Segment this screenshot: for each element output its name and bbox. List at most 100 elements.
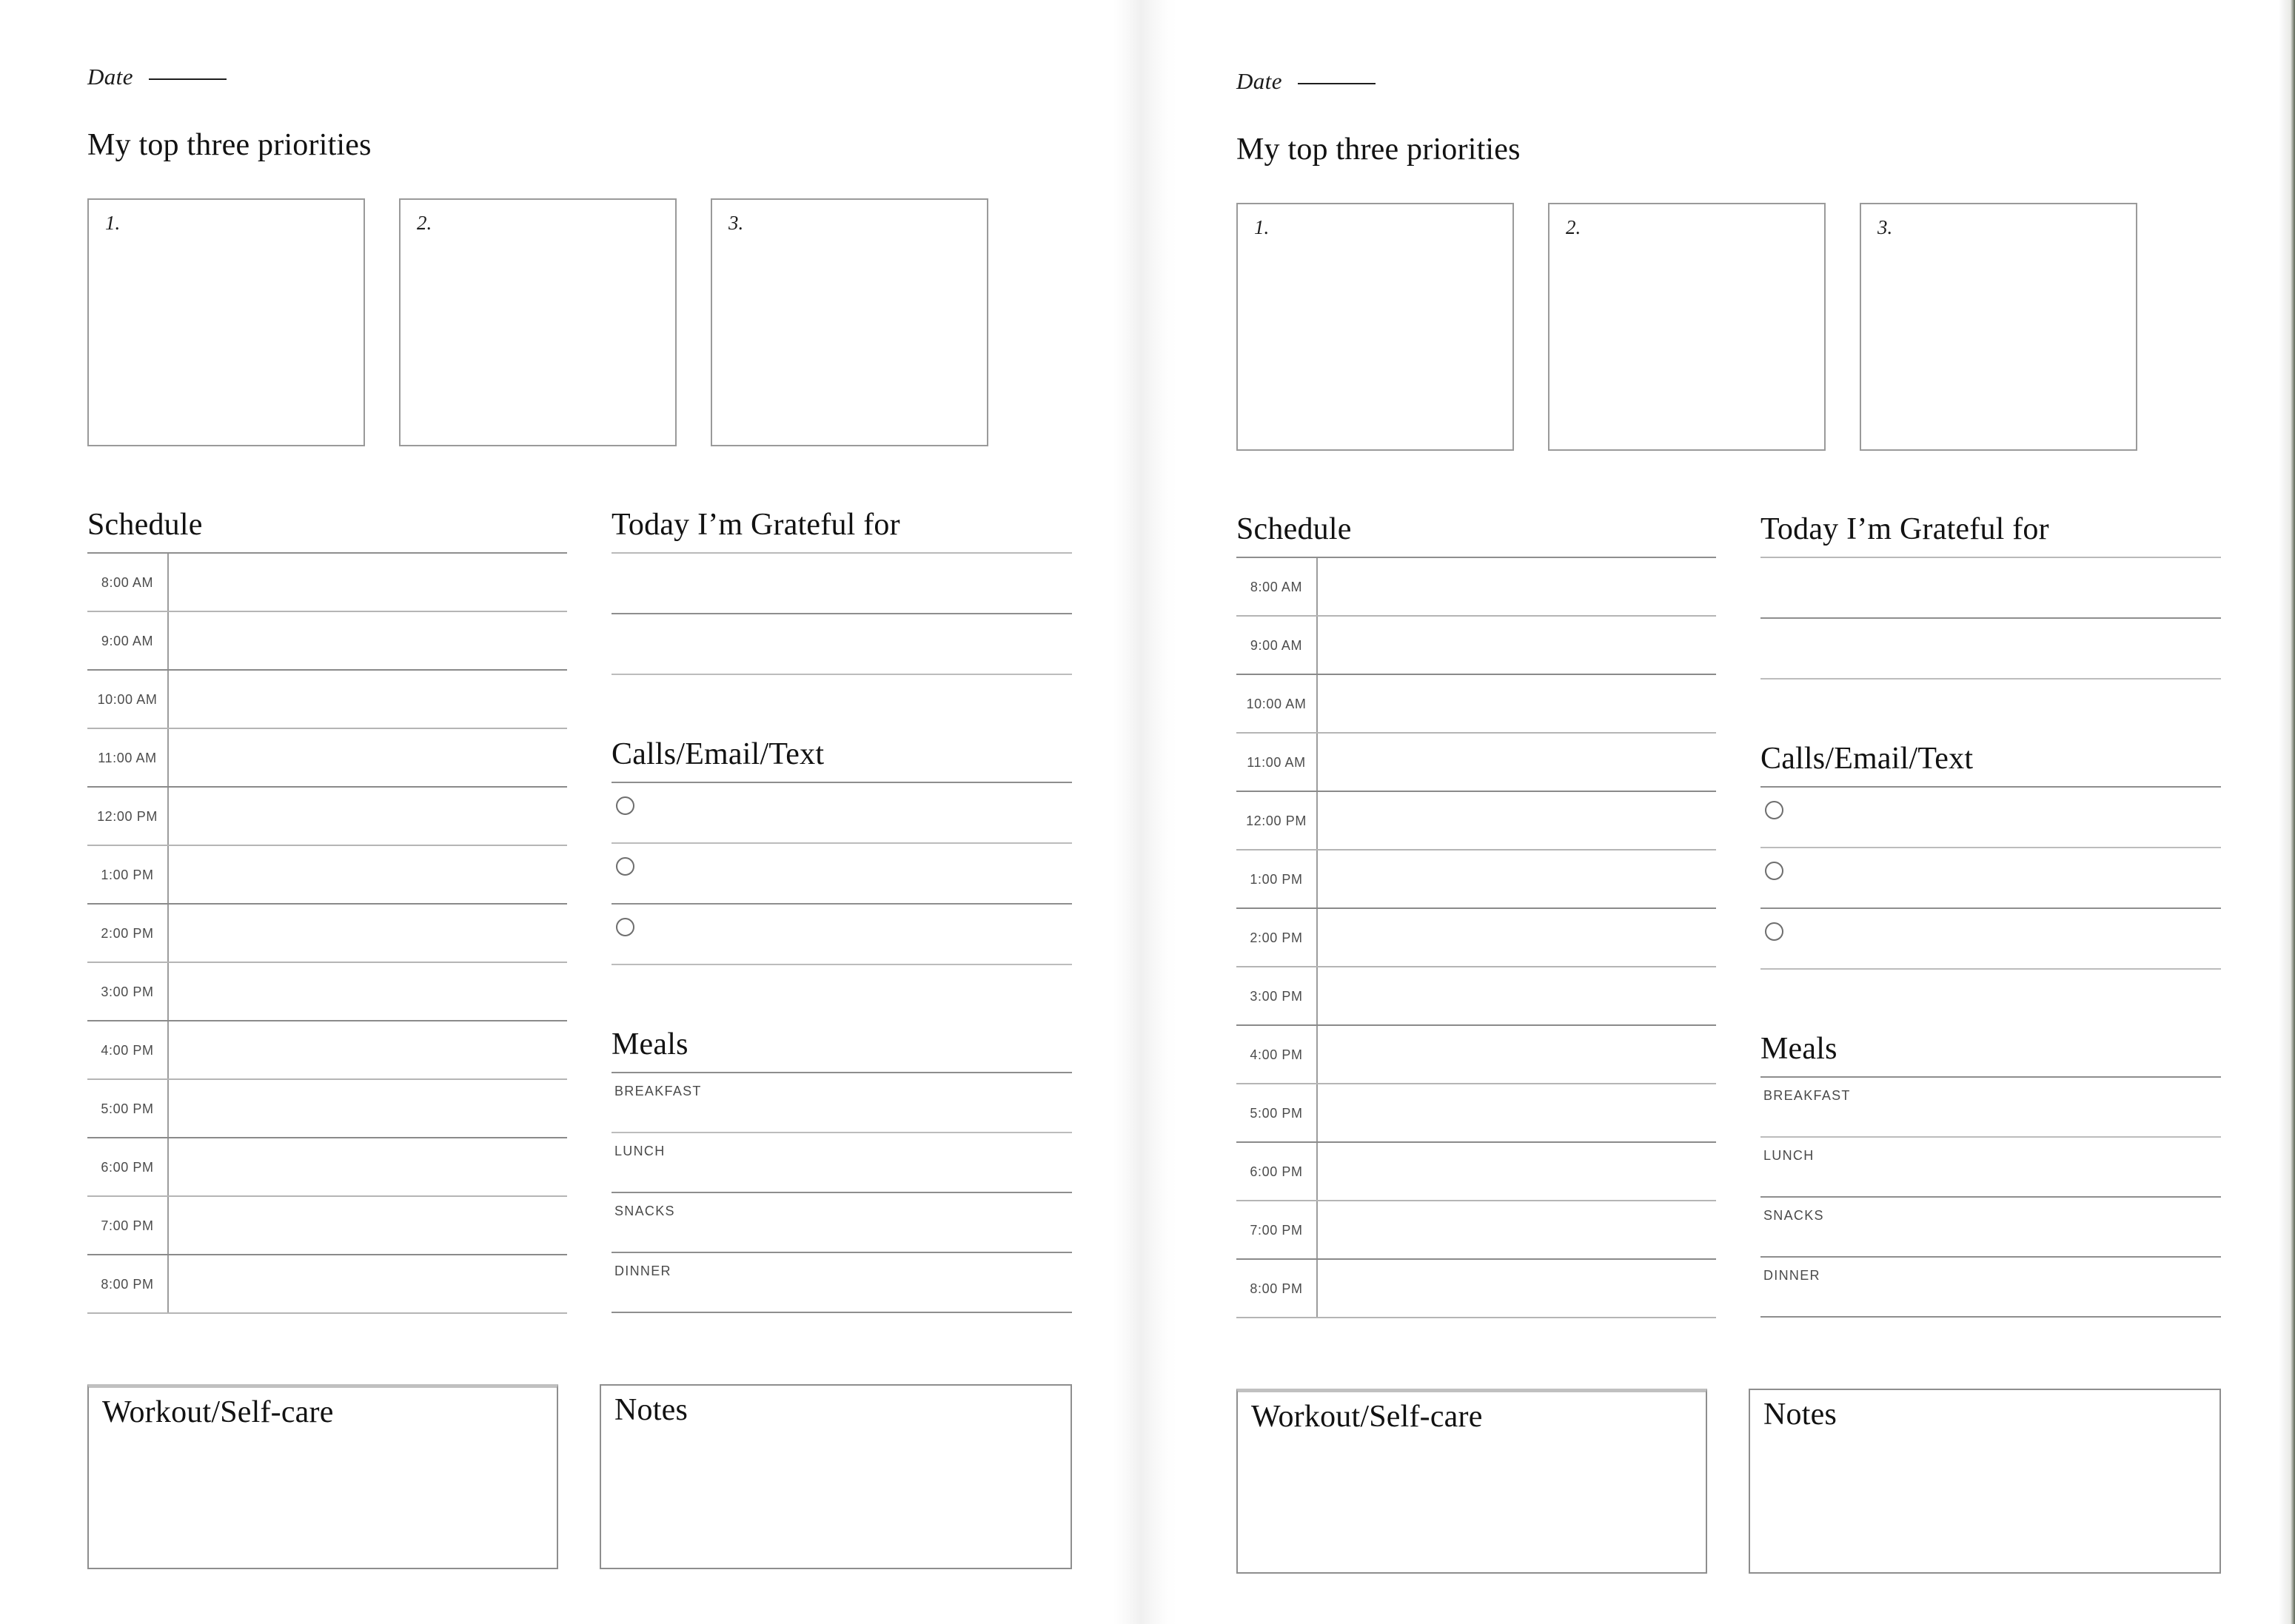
section-title-schedule: Schedule [87, 508, 203, 542]
meal-label-breakfast: BREAKFAST [1763, 1088, 1851, 1103]
date-input-rule[interactable] [148, 78, 227, 80]
gratitude-line[interactable] [1760, 619, 2221, 680]
section-title-gratitude: Today I’m Grateful for [612, 508, 900, 542]
call-item[interactable] [612, 844, 1072, 905]
schedule-row[interactable]: 5:00 PM [87, 1080, 567, 1138]
checkbox-circle-icon[interactable] [1765, 801, 1783, 819]
meal-item[interactable]: DINNER [1760, 1258, 2221, 1318]
schedule-row[interactable]: 7:00 PM [87, 1197, 567, 1255]
checkbox-circle-icon[interactable] [616, 918, 634, 936]
schedule-row[interactable]: 10:00 AM [1236, 675, 1716, 734]
section-title-schedule: Schedule [1236, 512, 1352, 546]
section-title-meals: Meals [612, 1027, 688, 1061]
priority-number-3: 3. [1877, 216, 1893, 238]
priority-box-1[interactable]: 1. [1236, 203, 1514, 451]
schedule-time-label: 3:00 PM [101, 984, 154, 999]
call-item[interactable] [612, 783, 1072, 844]
right-column: Today I’m Grateful for Calls/Email/Text [1760, 493, 2221, 1318]
meal-item[interactable]: SNACKS [612, 1193, 1072, 1253]
section-title-calls: Calls/Email/Text [612, 737, 825, 771]
priority-box-1[interactable]: 1. [87, 198, 365, 446]
schedule-grid: 8:00 AM 9:00 AM 10:00 AM 11:00 AM 12:00 … [87, 554, 567, 1314]
meal-item[interactable]: SNACKS [1760, 1198, 2221, 1258]
gratitude-line[interactable] [612, 614, 1072, 675]
schedule-time-label: 7:00 PM [101, 1218, 154, 1233]
page-title-priorities: My top three priorities [1236, 132, 1521, 167]
schedule-row[interactable]: 8:00 PM [1236, 1260, 1716, 1318]
schedule-row[interactable]: 6:00 PM [1236, 1143, 1716, 1201]
schedule-row[interactable]: 2:00 PM [87, 905, 567, 963]
schedule-row[interactable]: 9:00 AM [1236, 617, 1716, 675]
gratitude-lines [612, 554, 1072, 675]
bottom-box-row: Workout/Self-care Notes [1236, 1389, 2221, 1574]
meal-item[interactable]: LUNCH [1760, 1138, 2221, 1198]
workout-selfcare-box[interactable]: Workout/Self-care [87, 1384, 558, 1569]
schedule-row[interactable]: 4:00 PM [1236, 1026, 1716, 1084]
checkbox-circle-icon[interactable] [616, 796, 634, 815]
schedule-row[interactable]: 8:00 AM [1236, 558, 1716, 617]
schedule-time-label: 2:00 PM [101, 926, 154, 941]
meal-label-dinner: DINNER [1763, 1268, 1820, 1283]
schedule-row[interactable]: 11:00 AM [1236, 734, 1716, 792]
planner-spread: Date My top three priorities 1. 2. 3. Sc… [0, 0, 2295, 1624]
priority-box-3[interactable]: 3. [711, 198, 988, 446]
priorities-box-row: 1. 2. 3. [87, 198, 1072, 446]
call-item[interactable] [1760, 909, 2221, 970]
schedule-row[interactable]: 9:00 AM [87, 612, 567, 671]
priority-box-2[interactable]: 2. [1548, 203, 1826, 451]
schedule-row[interactable]: 10:00 AM [87, 671, 567, 729]
meal-item[interactable]: BREAKFAST [1760, 1078, 2221, 1138]
gratitude-line[interactable] [1760, 558, 2221, 619]
schedule-row[interactable]: 4:00 PM [87, 1021, 567, 1080]
schedule-time-label: 11:00 AM [98, 751, 157, 765]
schedule-column: Schedule 8:00 AM 9:00 AM 10:00 AM 11:00 … [1236, 493, 1716, 1318]
schedule-time-label: 4:00 PM [101, 1043, 154, 1058]
schedule-time-label: 5:00 PM [101, 1101, 154, 1116]
notes-box[interactable]: Notes [600, 1384, 1072, 1569]
schedule-row[interactable]: 5:00 PM [1236, 1084, 1716, 1143]
schedule-row[interactable]: 12:00 PM [1236, 792, 1716, 850]
checkbox-circle-icon[interactable] [1765, 862, 1783, 880]
schedule-time-label: 10:00 AM [97, 692, 158, 707]
gratitude-line[interactable] [612, 554, 1072, 614]
meal-label-snacks: SNACKS [614, 1204, 675, 1218]
section-title-notes: Notes [614, 1393, 688, 1427]
workout-selfcare-box[interactable]: Workout/Self-care [1236, 1389, 1707, 1574]
schedule-row[interactable]: 8:00 PM [87, 1255, 567, 1314]
schedule-row[interactable]: 8:00 AM [87, 554, 567, 612]
calls-header: Calls/Email/Text [612, 718, 1072, 783]
planner-page-left: Date My top three priorities 1. 2. 3. Sc… [0, 0, 1113, 1624]
gratitude-lines [1760, 558, 2221, 680]
schedule-row[interactable]: 2:00 PM [1236, 909, 1716, 967]
schedule-row[interactable]: 3:00 PM [87, 963, 567, 1021]
section-title-workout: Workout/Self-care [102, 1395, 334, 1429]
call-item[interactable] [1760, 788, 2221, 848]
schedule-row[interactable]: 11:00 AM [87, 729, 567, 788]
date-field-row: Date [87, 64, 227, 90]
priority-box-3[interactable]: 3. [1860, 203, 2137, 451]
gratitude-header: Today I’m Grateful for [1760, 493, 2221, 558]
schedule-row[interactable]: 3:00 PM [1236, 967, 1716, 1026]
checkbox-circle-icon[interactable] [616, 857, 634, 876]
gratitude-header-rule [612, 552, 1072, 554]
call-item[interactable] [612, 905, 1072, 965]
date-input-rule[interactable] [1297, 83, 1376, 84]
schedule-time-label: 8:00 AM [101, 575, 154, 590]
meals-header: Meals [612, 1008, 1072, 1073]
schedule-row[interactable]: 7:00 PM [1236, 1201, 1716, 1260]
schedule-row[interactable]: 12:00 PM [87, 788, 567, 846]
call-item[interactable] [1760, 848, 2221, 909]
schedule-row[interactable]: 1:00 PM [1236, 850, 1716, 909]
book-edge-right [2279, 0, 2295, 1624]
checkbox-circle-icon[interactable] [1765, 922, 1783, 941]
notes-box[interactable]: Notes [1749, 1389, 2221, 1574]
meal-item[interactable]: DINNER [612, 1253, 1072, 1313]
priority-box-2[interactable]: 2. [399, 198, 677, 446]
meal-item[interactable]: BREAKFAST [612, 1073, 1072, 1133]
meal-item[interactable]: LUNCH [612, 1133, 1072, 1193]
schedule-row[interactable]: 1:00 PM [87, 846, 567, 905]
schedule-time-label: 8:00 PM [1250, 1281, 1303, 1296]
schedule-row[interactable]: 6:00 PM [87, 1138, 567, 1197]
